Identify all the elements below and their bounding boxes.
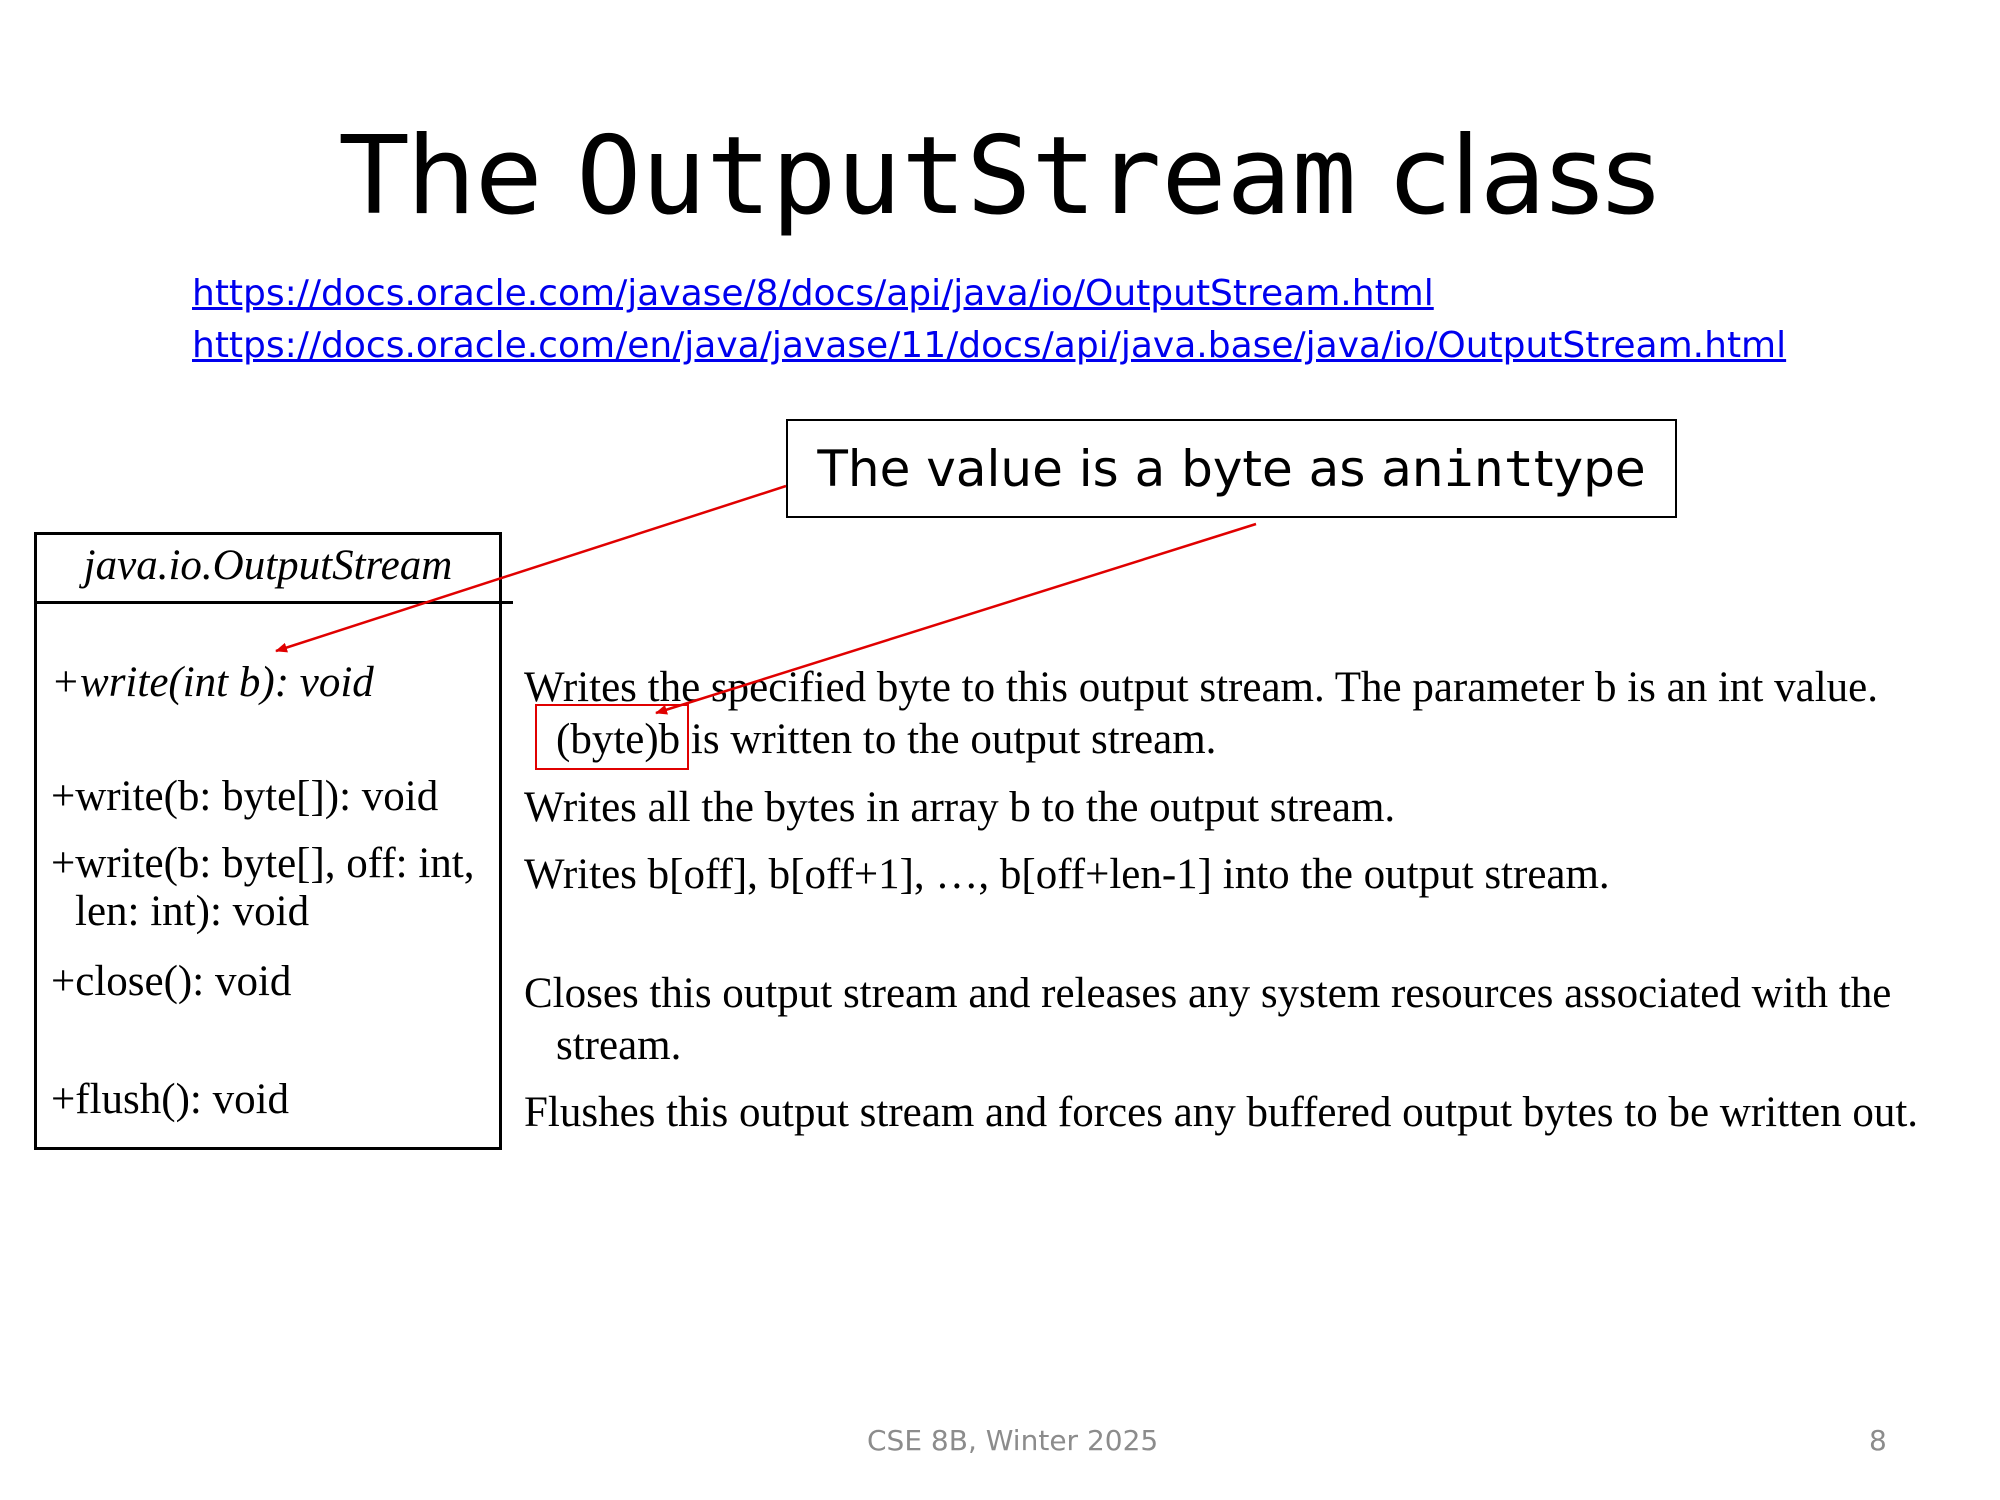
annotation-arrows — [275, 484, 1257, 715]
footer-course: CSE 8B, Winter 2025 — [867, 1424, 1159, 1457]
callout-arrow-to-byte-cast — [655, 522, 1257, 715]
footer-page-number: 8 — [1869, 1424, 1887, 1457]
callout-arrow-to-write-method — [275, 484, 787, 653]
